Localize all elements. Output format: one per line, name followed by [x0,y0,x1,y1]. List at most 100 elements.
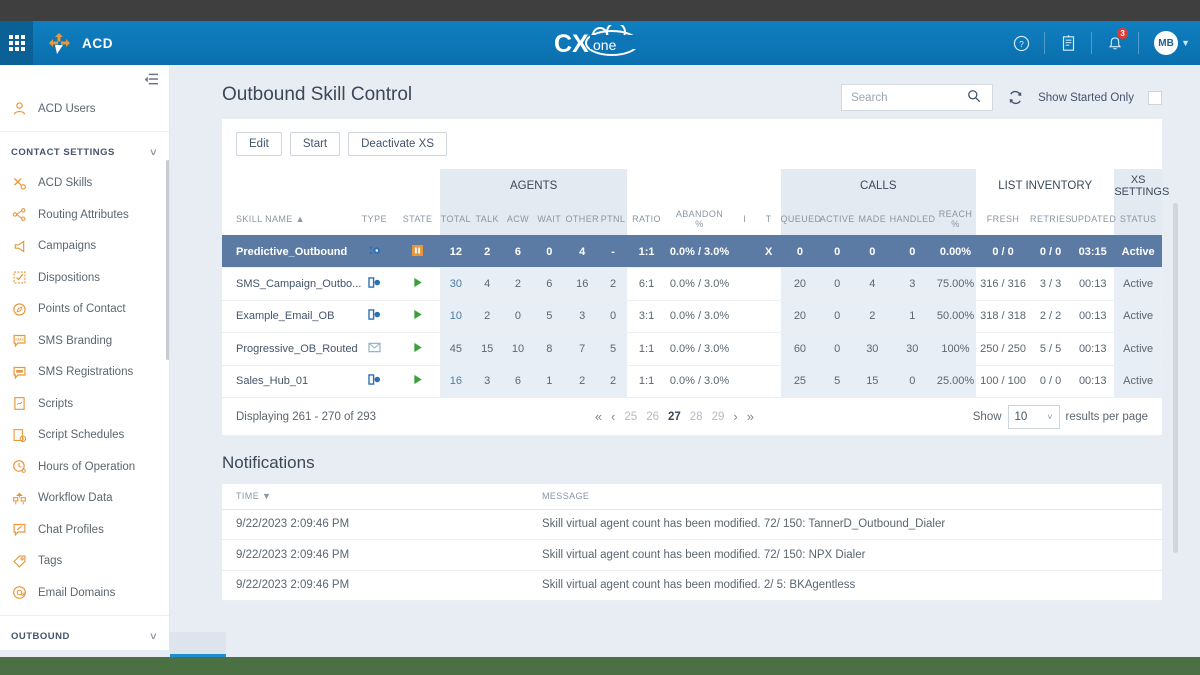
notification-row[interactable]: 9/22/2023 2:09:46 PM Skill virtual agent… [222,509,1162,540]
table-row[interactable]: Progressive_OB_Routed 45 15 10 8 7 5 1:1… [222,332,1162,365]
col-type[interactable]: TYPE [354,203,395,235]
sidebar-item-acd-users[interactable]: ACD Users [0,93,169,125]
col-active[interactable]: ACTIVE [819,203,856,235]
cell-acw: 10 [502,332,534,365]
cell-reach: 25.00% [934,365,977,398]
page-header-actions: Show Started Only [841,84,1162,111]
search-icon[interactable] [967,89,981,106]
next-page-button[interactable]: › [733,409,737,424]
sidebar-group-outbound[interactable]: OUTBOUND ˅ [0,622,169,651]
page-button-29[interactable]: 29 [712,411,725,423]
col-handled[interactable]: HANDLED [889,203,935,235]
notification-row[interactable]: 9/22/2023 2:09:46 PM Skill virtual agent… [222,570,1162,601]
cell-i [733,365,757,398]
app-brand[interactable]: ACD [46,30,113,57]
sidebar-item-routing-attributes[interactable]: Routing Attributes [0,199,169,231]
page-button-25[interactable]: 25 [624,411,637,423]
col-queued[interactable]: QUEUED [780,203,821,235]
sidebar-item-sms-branding[interactable]: SMS SMS Branding [0,325,169,357]
main-scrollbar[interactable] [1173,203,1178,553]
group-xs-settings: XS SETTINGS [1114,169,1169,203]
sidebar-item-scripts[interactable]: Scripts [0,388,169,420]
col-abandon-pct[interactable]: ABANDON% [666,203,733,235]
col-t[interactable]: T [757,203,781,235]
help-circle-icon[interactable]: ? [1005,28,1037,58]
col-total[interactable]: TOTAL [440,203,472,235]
col-status[interactable]: STATUS [1114,203,1162,235]
deactivate-xs-button[interactable]: Deactivate XS [348,132,447,156]
prev-page-button[interactable]: ‹ [611,409,615,424]
page-size-select[interactable]: 10 ˅ [1007,404,1060,429]
table-group-header-row: AGENTS CALLS LIST INVENTORY XS SETTINGS [222,169,1169,203]
taskbar-item[interactable] [170,632,226,654]
col-time[interactable]: TIME ▼ [222,484,542,510]
col-ptnl[interactable]: PTNL [598,203,628,235]
start-button[interactable]: Start [289,132,341,156]
col-skill-name[interactable]: SKILL NAME ▲ [222,203,354,235]
user-icon [11,100,28,117]
col-state[interactable]: STATE [395,203,440,235]
cell-ratio: 6:1 [638,277,655,290]
bell-icon[interactable]: 3 [1099,28,1131,58]
cell-queued: 0 [796,245,803,258]
cell-time: 9/22/2023 2:09:46 PM [236,518,350,531]
sidebar-item-acd-skills[interactable]: ACD Skills [0,168,169,200]
edit-button[interactable]: Edit [236,132,282,156]
search-box[interactable] [841,84,994,111]
sidebar-item-points-of-contact[interactable]: Points of Contact [0,294,169,326]
sidebar-item-campaigns[interactable]: Campaigns [0,231,169,263]
col-made[interactable]: MADE [855,203,890,235]
table-row[interactable]: SMS_Campaign_Outbo... 30 4 2 6 16 2 6:1 … [222,267,1162,301]
col-reach-pct[interactable]: REACH % [934,203,977,235]
col-wait[interactable]: WAIT [533,203,566,235]
sidebar-group-label: OUTBOUND [11,631,70,642]
search-input[interactable] [849,90,968,105]
page-button-26[interactable]: 26 [646,411,659,423]
cell-queued: 25 [780,365,820,398]
feedback-icon[interactable] [1052,28,1084,58]
last-page-button[interactable]: » [747,409,754,424]
sidebar-item-label: ACD Users [38,102,96,115]
col-acw[interactable]: ACW [502,203,534,235]
sidebar-item-label: SMS Branding [38,334,113,347]
col-fresh[interactable]: FRESH [976,203,1030,235]
col-i[interactable]: I [733,203,757,235]
notification-row[interactable]: 9/22/2023 2:09:46 PM Skill virtual agent… [222,540,1162,570]
first-page-button[interactable]: « [595,409,602,424]
megaphone-icon [11,238,28,255]
cell-handled: 3 [889,267,935,300]
page-size-control: Show 10 ˅ results per page [973,404,1148,429]
refresh-icon[interactable] [1007,89,1024,106]
cell-time: 9/22/2023 2:09:46 PM [236,579,350,592]
cell-state [395,268,440,301]
displaying-label: Displaying 261 - 270 of 293 [236,410,377,423]
sidebar-collapse-button[interactable] [0,65,169,93]
cell-wait: 5 [533,300,566,333]
page-button-27[interactable]: 27 [668,411,681,423]
col-message[interactable]: MESSAGE [542,484,1162,510]
sidebar-item-workflow-data[interactable]: Workflow Data [0,483,169,515]
table-row[interactable]: Example_Email_OB 10 2 0 5 3 0 3:1 0.0% /… [222,300,1162,333]
col-talk[interactable]: TALK [471,203,503,235]
col-ratio[interactable]: RATIO [627,203,666,235]
sidebar-item-script-schedules[interactable]: Script Schedules [0,420,169,452]
show-started-only-checkbox[interactable] [1148,90,1162,105]
sidebar-item-tags[interactable]: Tags [0,546,169,578]
table-row[interactable]: Sales_Hub_01 16 3 6 1 2 2 1:1 0.0% / 3.0… [222,365,1162,398]
avatar[interactable]: MB [1154,31,1179,55]
sidebar-item-email-domains[interactable]: Email Domains [0,577,169,609]
col-other[interactable]: OTHER [565,203,599,235]
divider [1138,32,1140,54]
sidebar-item-dispositions[interactable]: Dispositions [0,262,169,294]
sidebar-item-sms-registrations[interactable]: SMS Registrations [0,357,169,389]
page-button-28[interactable]: 28 [690,411,703,423]
col-updated[interactable]: UPDATED [1071,203,1116,235]
sidebar-group-contact-settings[interactable]: CONTACT SETTINGS ˅ [0,138,169,168]
table-row[interactable]: Predictive_Outbound 12 2 6 0 4 - 1:1 0.0… [222,235,1162,268]
sidebar-item-hours-of-operation[interactable]: Hours of Operation [0,451,169,483]
sidebar-item-label: Routing Attributes [38,208,129,221]
sidebar-item-chat-profiles[interactable]: Chat Profiles [0,514,169,546]
chevron-down-icon[interactable]: ▼ [1181,38,1190,48]
apps-grid-icon[interactable] [0,21,33,65]
col-retries[interactable]: RETRIES [1030,203,1071,235]
